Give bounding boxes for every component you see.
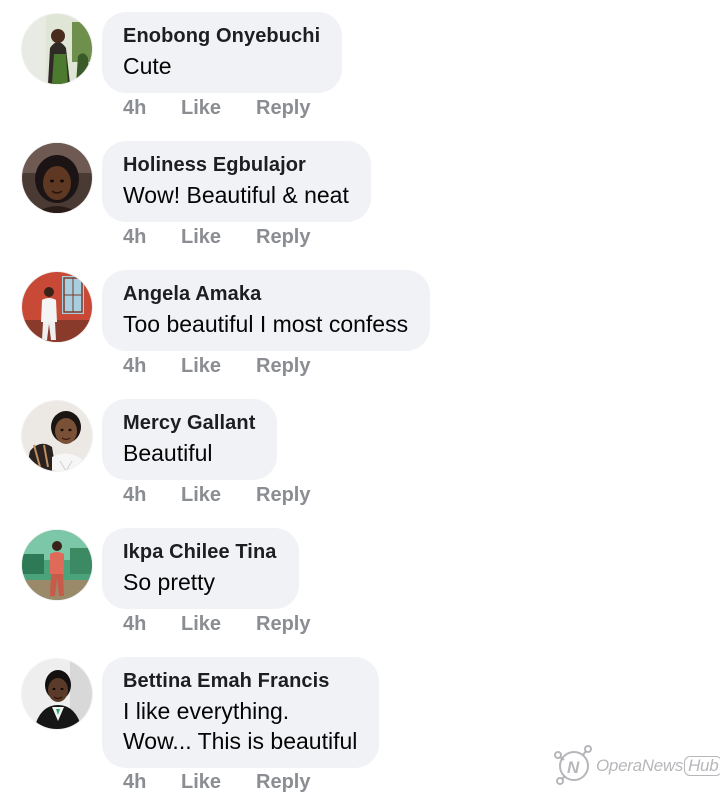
like-button[interactable]: Like	[181, 96, 221, 120]
opera-news-logo-icon: N	[554, 745, 592, 785]
reply-button[interactable]: Reply	[256, 612, 310, 636]
reply-button[interactable]: Reply	[256, 483, 310, 507]
comment-bubble: Ikpa Chilee Tina So pretty	[102, 528, 299, 609]
comment-actions: 4h Like Reply	[123, 96, 310, 120]
comment-text: I like everything. Wow... This is beauti…	[123, 696, 357, 756]
reply-button[interactable]: Reply	[256, 770, 310, 794]
user-photo-icon	[22, 659, 92, 729]
comment-bubble: Holiness Egbulajor Wow! Beautiful & neat	[102, 141, 371, 222]
comment-actions: 4h Like Reply	[123, 612, 310, 636]
user-photo-icon	[22, 401, 92, 471]
comment-time[interactable]: 4h	[123, 613, 146, 635]
comment-author[interactable]: Holiness Egbulajor	[123, 152, 349, 178]
comment-actions: 4h Like Reply	[123, 354, 310, 378]
comment-actions: 4h Like Reply	[123, 483, 310, 507]
like-button[interactable]: Like	[181, 483, 221, 507]
user-photo-icon	[22, 14, 92, 84]
comment-bubble: Enobong Onyebuchi Cute	[102, 12, 343, 93]
user-photo-icon	[22, 530, 92, 600]
comment-text: Cute	[123, 51, 320, 81]
comment-text: Too beautiful I most confess	[123, 309, 408, 339]
comment-text-line: I like everything.	[123, 698, 290, 724]
user-photo-icon	[22, 272, 92, 342]
avatar[interactable]	[22, 14, 92, 84]
like-button[interactable]: Like	[181, 225, 221, 249]
svg-text:N: N	[567, 758, 580, 777]
avatar[interactable]	[22, 401, 92, 471]
comment-author[interactable]: Mercy Gallant	[123, 410, 255, 436]
comment-bubble: Angela Amaka Too beautiful I most confes…	[102, 270, 431, 351]
comment-bubble: Mercy Gallant Beautiful	[102, 399, 278, 480]
reply-button[interactable]: Reply	[256, 225, 310, 249]
comment-actions: 4h Like Reply	[123, 770, 310, 794]
like-button[interactable]: Like	[181, 354, 221, 378]
comment-text-line: Wow... This is beautiful	[123, 728, 358, 754]
comment-author[interactable]: Angela Amaka	[123, 281, 408, 307]
comment-text-line: Beautiful	[123, 440, 213, 466]
comment-text: Beautiful	[123, 438, 255, 468]
comment-text-line: Cute	[123, 53, 172, 79]
watermark-brand: OperaNews	[596, 756, 684, 775]
avatar[interactable]	[22, 659, 92, 729]
comment-actions: 4h Like Reply	[123, 225, 310, 249]
avatar[interactable]	[22, 143, 92, 213]
watermark-hub: Hub	[684, 756, 720, 776]
like-button[interactable]: Like	[181, 770, 221, 794]
comment-author[interactable]: Bettina Emah Francis	[123, 668, 357, 694]
comment-text: Wow! Beautiful & neat	[123, 180, 349, 210]
reply-button[interactable]: Reply	[256, 96, 310, 120]
watermark-text: OperaNews Hub	[596, 756, 720, 776]
avatar[interactable]	[22, 272, 92, 342]
watermark: N OperaNews Hub	[552, 743, 720, 787]
comment-bubble: Bettina Emah Francis I like everything. …	[102, 657, 380, 768]
comment-time[interactable]: 4h	[123, 97, 146, 119]
comment-text-line: So pretty	[123, 569, 216, 595]
comment-time[interactable]: 4h	[123, 484, 146, 506]
comment-time[interactable]: 4h	[123, 226, 146, 248]
comment-time[interactable]: 4h	[123, 771, 146, 793]
comment-text-line: Wow! Beautiful & neat	[123, 182, 349, 208]
comment-time[interactable]: 4h	[123, 355, 146, 377]
comment-author[interactable]: Enobong Onyebuchi	[123, 23, 320, 49]
reply-button[interactable]: Reply	[256, 354, 310, 378]
avatar[interactable]	[22, 530, 92, 600]
user-photo-icon	[22, 143, 92, 213]
comment-text-line: Too beautiful I most confess	[123, 311, 409, 337]
comment-author[interactable]: Ikpa Chilee Tina	[123, 539, 277, 565]
like-button[interactable]: Like	[181, 612, 221, 636]
comment-text: So pretty	[123, 567, 277, 597]
